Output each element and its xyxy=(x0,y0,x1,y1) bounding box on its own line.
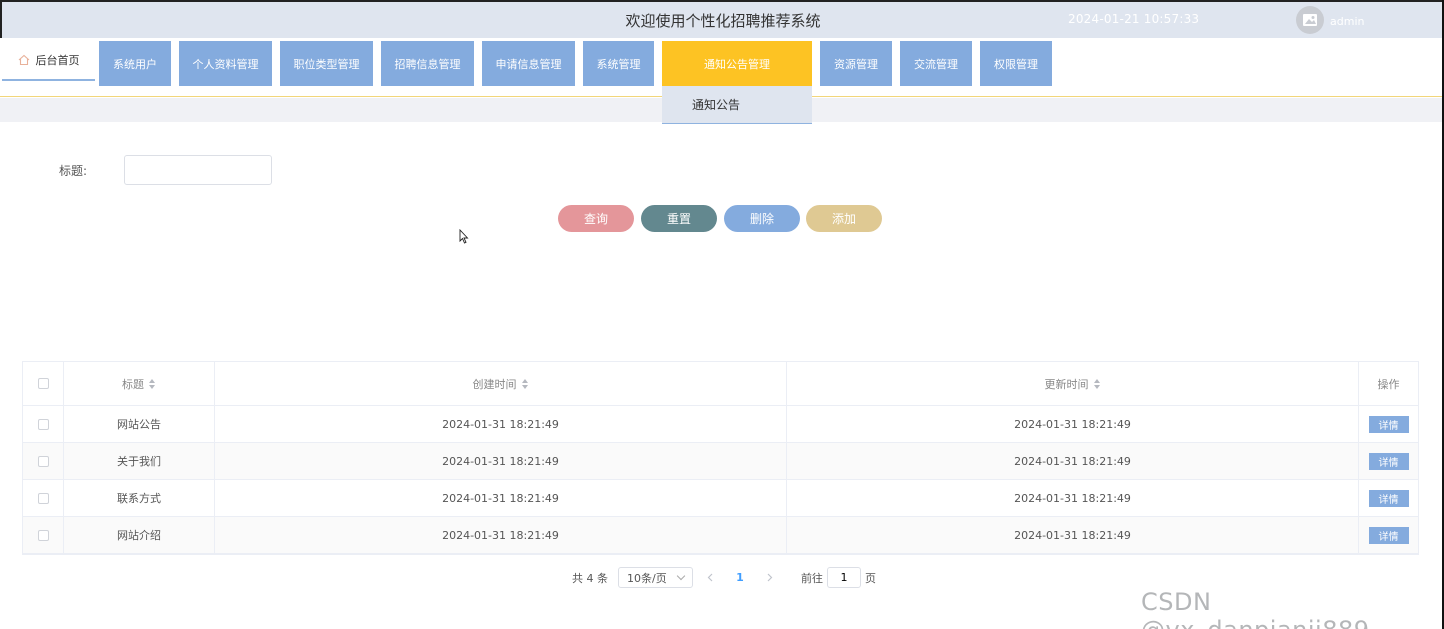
page-number-current[interactable]: 1 xyxy=(727,571,753,584)
cell-actions: 详情 xyxy=(1359,480,1418,516)
nav-item-label: 个人资料管理 xyxy=(192,57,259,71)
cell-actions: 详情 xyxy=(1359,443,1418,479)
dropdown-item-notices[interactable]: 通知公告 xyxy=(662,86,812,124)
cell-title: 联系方式 xyxy=(64,480,215,516)
cell-title: 关于我们 xyxy=(64,443,215,479)
column-header-actions: 操作 xyxy=(1359,362,1418,405)
nav-item-system-users[interactable]: 系统用户 xyxy=(99,41,171,86)
detail-button[interactable]: 详情 xyxy=(1368,526,1409,544)
sort-icon[interactable] xyxy=(1093,378,1101,389)
nav-item-recruitment[interactable]: 招聘信息管理 xyxy=(381,41,474,86)
detail-button[interactable]: 详情 xyxy=(1368,489,1409,507)
detail-button[interactable]: 详情 xyxy=(1368,415,1409,433)
cell-title: 网站公告 xyxy=(64,406,215,442)
page-size-value: 10条/页 xyxy=(627,571,667,585)
nav-item-notices[interactable]: 通知公告管理 xyxy=(662,41,812,86)
nav-item-resources[interactable]: 资源管理 xyxy=(820,41,892,86)
cell-created: 2024-01-31 18:21:49 xyxy=(215,517,787,553)
delete-button[interactable]: 删除 xyxy=(724,205,800,232)
nav-item-label: 招聘信息管理 xyxy=(394,57,461,71)
row-checkbox[interactable] xyxy=(37,418,49,430)
chevron-left-icon xyxy=(707,573,713,582)
nav-item-system[interactable]: 系统管理 xyxy=(583,41,654,86)
nav-item-job-types[interactable]: 职位类型管理 xyxy=(280,41,373,86)
nav-home[interactable]: 后台首页 xyxy=(2,40,95,81)
row-checkbox[interactable] xyxy=(37,529,49,541)
username[interactable]: admin xyxy=(1330,15,1364,28)
page-size-select[interactable]: 10条/页 xyxy=(618,567,693,588)
watermark: CSDN @vx_danpianji889 xyxy=(1141,588,1369,629)
row-checkbox[interactable] xyxy=(37,492,49,504)
row-select-cell xyxy=(23,443,64,479)
nav-item-profile[interactable]: 个人资料管理 xyxy=(179,41,272,86)
column-header-created[interactable]: 创建时间 xyxy=(215,362,787,405)
table-row: 网站介绍 2024-01-31 18:21:49 2024-01-31 18:2… xyxy=(23,517,1418,554)
nav-item-permissions[interactable]: 权限管理 xyxy=(980,41,1052,86)
cell-created: 2024-01-31 18:21:49 xyxy=(215,480,787,516)
notices-table: 标题 创建时间 更新时间 操作 网站公告 2024-01-31 18:21:49… xyxy=(22,361,1419,555)
nav-item-label: 系统用户 xyxy=(113,57,157,71)
sort-icon[interactable] xyxy=(521,378,529,389)
row-checkbox[interactable] xyxy=(37,455,49,467)
nav-item-communication[interactable]: 交流管理 xyxy=(900,41,972,86)
nav-item-label: 通知公告管理 xyxy=(704,57,770,71)
cell-created: 2024-01-31 18:21:49 xyxy=(215,443,787,479)
next-page-button[interactable] xyxy=(757,573,783,582)
nav-item-label: 职位类型管理 xyxy=(293,57,360,71)
chevron-down-icon xyxy=(676,571,686,581)
table-row: 网站公告 2024-01-31 18:21:49 2024-01-31 18:2… xyxy=(23,406,1418,443)
cell-updated: 2024-01-31 18:21:49 xyxy=(787,480,1359,516)
nav-item-label: 资源管理 xyxy=(834,57,878,71)
column-header-label: 更新时间 xyxy=(1044,377,1089,391)
app-title: 欢迎使用个性化招聘推荐系统 xyxy=(625,12,821,30)
cell-title: 网站介绍 xyxy=(64,517,215,553)
cell-actions: 详情 xyxy=(1359,406,1418,442)
column-header-label: 操作 xyxy=(1377,377,1400,391)
cell-actions: 详情 xyxy=(1359,517,1418,553)
goto-label: 前往 xyxy=(801,571,823,585)
nav-item-label: 申请信息管理 xyxy=(495,57,562,71)
query-button[interactable]: 查询 xyxy=(558,205,634,232)
select-all-checkbox[interactable] xyxy=(37,378,49,389)
chevron-right-icon xyxy=(767,573,773,582)
table-row: 联系方式 2024-01-31 18:21:49 2024-01-31 18:2… xyxy=(23,480,1418,517)
nav-item-label: 系统管理 xyxy=(596,57,641,71)
add-button[interactable]: 添加 xyxy=(806,205,882,232)
search-title-label: 标题: xyxy=(59,164,88,178)
pagination-total: 共 4 条 xyxy=(572,571,608,585)
select-all-cell xyxy=(23,362,64,405)
mouse-cursor-icon xyxy=(459,229,469,244)
avatar[interactable] xyxy=(1296,6,1324,34)
column-header-label: 标题 xyxy=(122,377,144,391)
search-title-input[interactable] xyxy=(124,155,272,185)
cell-updated: 2024-01-31 18:21:49 xyxy=(787,406,1359,442)
current-datetime: 2024-01-21 10:57:33 xyxy=(1068,12,1200,26)
top-header: 欢迎使用个性化招聘推荐系统 2024-01-21 10:57:33 admin xyxy=(0,0,1444,38)
goto-page-input[interactable] xyxy=(827,567,861,588)
nav-item-applications[interactable]: 申请信息管理 xyxy=(482,41,575,86)
row-select-cell xyxy=(23,406,64,442)
dropdown-item-label: 通知公告 xyxy=(692,98,741,112)
column-header-label: 创建时间 xyxy=(472,377,517,391)
cell-created: 2024-01-31 18:21:49 xyxy=(215,406,787,442)
home-icon xyxy=(18,54,29,65)
nav-home-label: 后台首页 xyxy=(35,53,80,67)
sort-icon[interactable] xyxy=(149,378,156,389)
reset-button[interactable]: 重置 xyxy=(641,205,717,232)
prev-page-button[interactable] xyxy=(697,573,723,582)
image-icon xyxy=(1303,14,1317,26)
table-header-row: 标题 创建时间 更新时间 操作 xyxy=(23,362,1418,406)
nav-item-label: 权限管理 xyxy=(994,57,1038,71)
row-select-cell xyxy=(23,480,64,516)
page-suffix-label: 页 xyxy=(865,571,876,585)
column-header-title[interactable]: 标题 xyxy=(64,362,215,405)
row-select-cell xyxy=(23,517,64,553)
cell-updated: 2024-01-31 18:21:49 xyxy=(787,517,1359,553)
detail-button[interactable]: 详情 xyxy=(1368,452,1409,470)
column-header-updated[interactable]: 更新时间 xyxy=(787,362,1359,405)
nav-item-label: 交流管理 xyxy=(914,57,958,71)
table-row: 关于我们 2024-01-31 18:21:49 2024-01-31 18:2… xyxy=(23,443,1418,480)
cell-updated: 2024-01-31 18:21:49 xyxy=(787,443,1359,479)
pagination: 共 4 条 10条/页 1 前往 页 xyxy=(572,567,876,588)
